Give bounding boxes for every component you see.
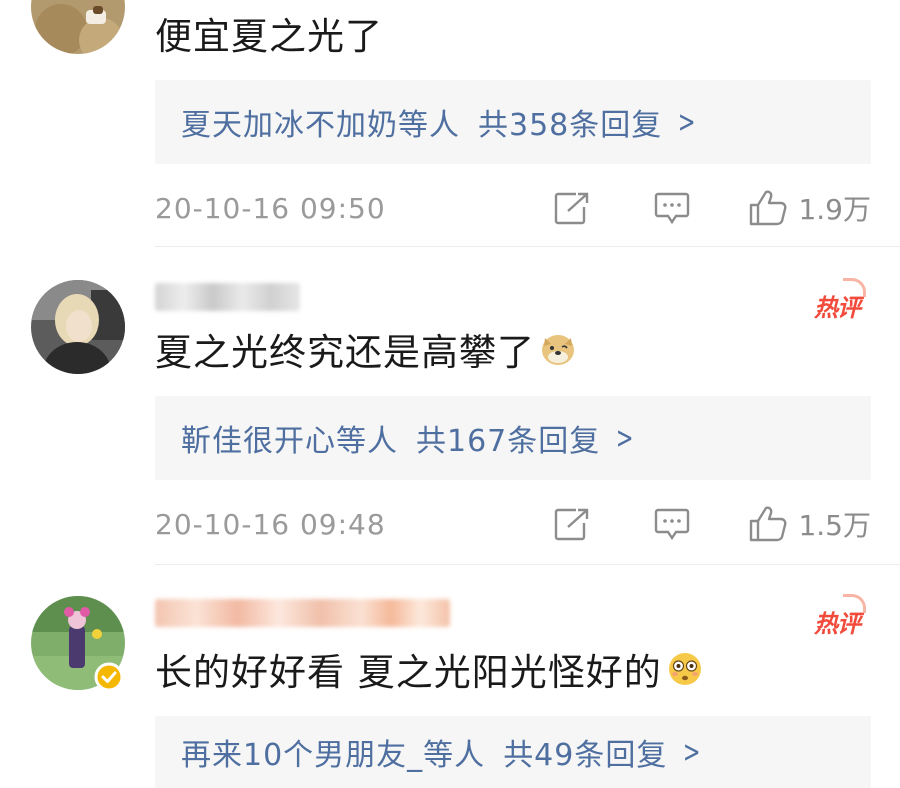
hot-comment-badge: 热评 (814, 594, 866, 639)
username-redacted (155, 599, 450, 627)
flame-icon (843, 594, 866, 613)
reply-users: 靳佳很开心等人 (181, 424, 398, 459)
doge-emoji-icon (542, 335, 574, 365)
comment-meta: 20-10-16 09:50 1.9万 (155, 183, 871, 233)
chevron-right-icon: > (616, 420, 635, 456)
chevron-right-icon: > (678, 104, 697, 140)
comment-item: 热评 夏之光终究还是高攀了 靳佳很开心等人 共167条回复 > 20-10-16… (0, 248, 900, 566)
reply-count: 共49条回复 (503, 738, 668, 773)
comment-text-content: 夏之光终究还是高攀了 (155, 331, 535, 374)
share-button[interactable] (554, 191, 590, 225)
flushed-emoji-icon (668, 653, 701, 685)
share-button[interactable] (554, 507, 590, 541)
comment-feed: 便宜夏之光了 夏天加冰不加奶等人 共358条回复 > 20-10-16 09:5… (0, 0, 900, 788)
timestamp: 20-10-16 09:50 (155, 191, 386, 225)
reply-button[interactable] (654, 507, 690, 541)
reply-count: 共167条回复 (416, 424, 601, 459)
verified-badge-icon (94, 662, 124, 692)
divider (155, 246, 900, 247)
avatar-image (31, 280, 125, 374)
chevron-right-icon: > (683, 734, 702, 770)
comment-text-content: 长的好好看 夏之光阳光怪好的 (155, 651, 662, 694)
timestamp: 20-10-16 09:48 (155, 507, 386, 541)
avatar[interactable] (31, 0, 125, 54)
like-count: 1.5万 (798, 509, 871, 542)
reply-count: 共358条回复 (478, 108, 663, 143)
avatar[interactable] (31, 280, 125, 374)
share-icon (555, 508, 589, 541)
comment-icon (655, 192, 690, 225)
username-redacted (155, 283, 300, 311)
thumbs-up-icon (750, 506, 787, 542)
like-button[interactable]: 1.5万 (748, 504, 871, 544)
like-count: 1.9万 (798, 193, 871, 226)
comment-item: 便宜夏之光了 夏天加冰不加奶等人 共358条回复 > 20-10-16 09:5… (0, 0, 900, 248)
reply-summary[interactable]: 再来10个男朋友_等人 共49条回复 > (155, 716, 871, 788)
hot-comment-badge: 热评 (814, 278, 866, 323)
like-button[interactable]: 1.9万 (748, 188, 871, 228)
reply-button[interactable] (654, 191, 690, 225)
hot-label: 热评 (814, 294, 861, 322)
divider (155, 564, 900, 565)
reply-summary[interactable]: 夏天加冰不加奶等人 共358条回复 > (155, 80, 871, 164)
reply-summary[interactable]: 靳佳很开心等人 共167条回复 > (155, 396, 871, 480)
comment-text: 夏之光终究还是高攀了 (155, 326, 577, 374)
avatar-image (31, 0, 125, 54)
thumbs-up-icon (750, 190, 787, 226)
reply-users: 再来10个男朋友_等人 (181, 738, 486, 773)
flame-icon (843, 278, 866, 297)
comment-meta: 20-10-16 09:48 1.5万 (155, 499, 871, 549)
hot-label: 热评 (814, 610, 861, 638)
comment-text: 长的好好看 夏之光阳光怪好的 (155, 646, 704, 694)
comment-item: 热评 长的好好看 夏之光阳光怪好的 再来10个男朋友_等人 共49条回复 > (0, 566, 900, 788)
reply-users: 夏天加冰不加奶等人 (181, 108, 460, 143)
comment-text: 便宜夏之光了 (155, 15, 383, 58)
comment-icon (655, 508, 690, 541)
share-icon (555, 192, 589, 225)
